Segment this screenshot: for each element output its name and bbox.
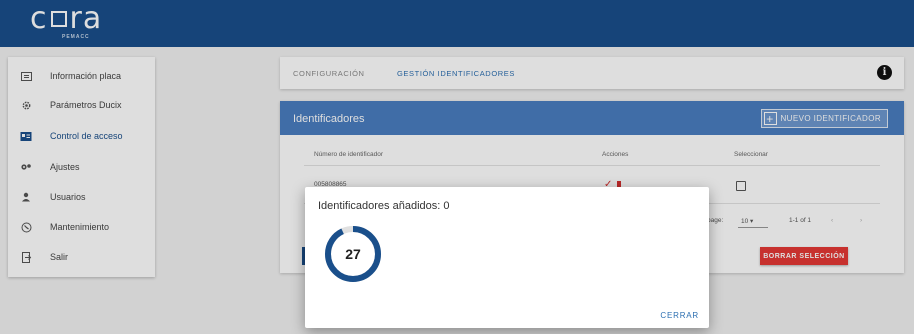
dialog-title: Identificadores añadidos: 0 (318, 200, 450, 212)
identifiers-added-dialog: Identificadores añadidos: 0 27 CERRAR (305, 187, 709, 328)
countdown-value: 27 (345, 246, 361, 262)
close-button[interactable]: CERRAR (660, 311, 699, 320)
